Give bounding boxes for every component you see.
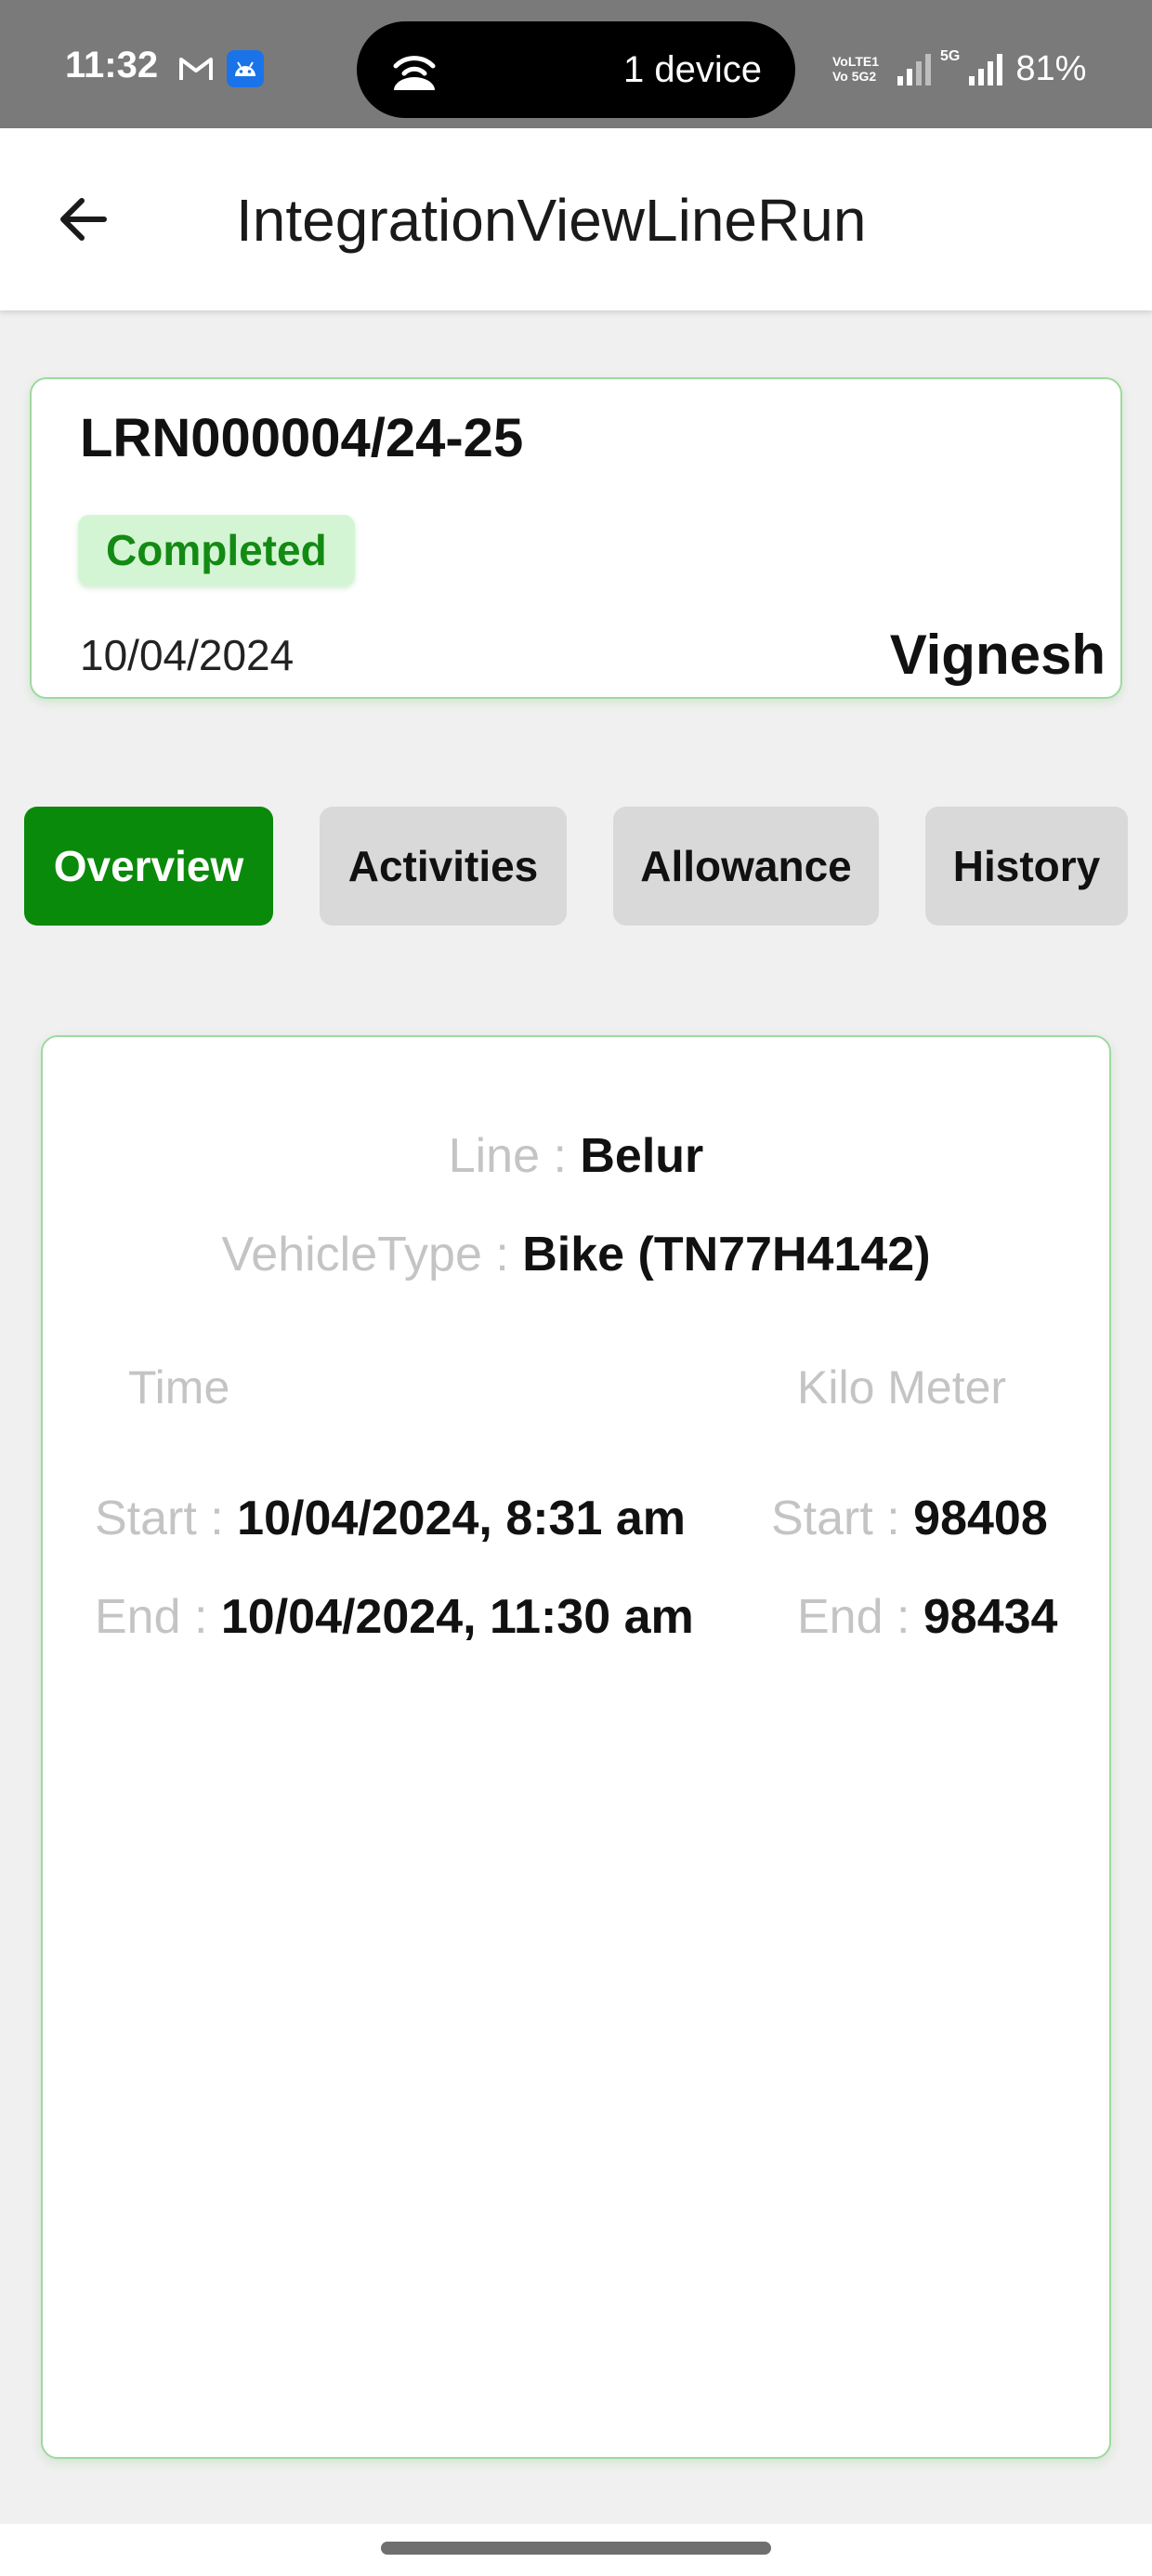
- volte-line-1: VoLTE1: [832, 54, 880, 69]
- time-start-row: Start : 10/04/2024, 8:31 am: [95, 1491, 686, 1546]
- volte-indicator: VoLTE1 Vo 5G2: [832, 54, 888, 84]
- line-row: Line : Belur: [43, 1128, 1109, 1184]
- run-number: LRN000004/24-25: [80, 408, 524, 468]
- network-type: 5G: [940, 48, 961, 64]
- hotspot-icon: [393, 56, 436, 90]
- hotspot-pill[interactable]: 1 device: [357, 21, 795, 118]
- time-end-label: End :: [95, 1590, 208, 1644]
- vehicle-type-label: VehicleType :: [221, 1228, 509, 1281]
- time-end-row: End : 10/04/2024, 11:30 am: [95, 1589, 694, 1645]
- android-notification-icon: [227, 50, 264, 87]
- km-end-row: End : 98434: [797, 1589, 1057, 1645]
- kilometer-header: Kilo Meter: [797, 1361, 1007, 1413]
- line-label: Line :: [448, 1129, 567, 1183]
- overview-card: Line : Belur VehicleType : Bike (TN77H41…: [41, 1035, 1111, 2459]
- km-start-value: 98408: [913, 1492, 1048, 1545]
- km-start-label: Start :: [771, 1492, 900, 1545]
- app-bar: IntegrationViewLineRun: [0, 128, 1152, 310]
- page-title: IntegrationViewLineRun: [236, 187, 867, 254]
- time-start-value: 10/04/2024, 8:31 am: [237, 1492, 686, 1545]
- time-end-value: 10/04/2024, 11:30 am: [220, 1590, 694, 1644]
- home-indicator[interactable]: [381, 2542, 771, 2555]
- hotspot-device-count: 1 device: [623, 49, 762, 90]
- tab-history[interactable]: History: [925, 807, 1128, 926]
- status-badge: Completed: [78, 515, 355, 585]
- tab-allowance[interactable]: Allowance: [613, 807, 879, 926]
- signal-sim2-icon: [969, 52, 1003, 85]
- run-user-name: Vignesh: [889, 624, 1106, 686]
- line-value: Belur: [580, 1129, 704, 1183]
- battery-level: 81%: [1015, 48, 1087, 88]
- volte-line-2: Vo 5G2: [832, 69, 877, 84]
- km-start-row: Start : 98408: [771, 1491, 1048, 1546]
- status-time: 11:32: [65, 45, 159, 85]
- status-indicators: VoLTE1 Vo 5G2 5G 81%: [832, 46, 1086, 91]
- time-start-label: Start :: [95, 1492, 224, 1545]
- tab-overview[interactable]: Overview: [24, 807, 273, 926]
- km-end-label: End :: [797, 1590, 910, 1644]
- run-date: 10/04/2024: [80, 631, 295, 679]
- back-arrow-icon[interactable]: [46, 182, 121, 256]
- time-header: Time: [128, 1361, 230, 1413]
- tab-activities[interactable]: Activities: [320, 807, 567, 926]
- signal-sim1-icon: [897, 52, 931, 85]
- gmail-icon: [179, 58, 213, 80]
- status-bar: 11:32 1 device VoLTE1 Vo 5G2 5G 81%: [0, 0, 1152, 128]
- line-run-summary-card: LRN000004/24-25 Completed 10/04/2024 Vig…: [30, 377, 1122, 699]
- vehicle-type-row: VehicleType : Bike (TN77H4142): [43, 1227, 1109, 1282]
- km-end-value: 98434: [923, 1590, 1058, 1644]
- vehicle-type-value: Bike (TN77H4142): [522, 1228, 931, 1281]
